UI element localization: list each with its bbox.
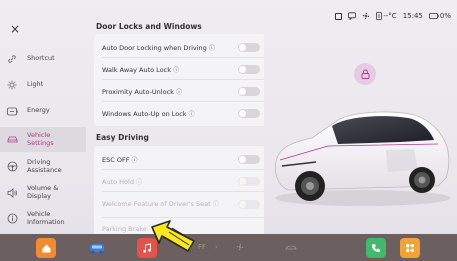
windows-auto-up-toggle[interactable] — [238, 109, 260, 118]
home-button[interactable] — [36, 238, 56, 258]
divider — [102, 79, 264, 80]
info-icon[interactable]: ⓘ — [176, 89, 182, 96]
info-icon[interactable]: ⓘ — [209, 45, 215, 52]
divider — [102, 169, 264, 170]
car-image — [275, 111, 451, 206]
temperature-readout: --°C — [376, 12, 397, 20]
car-button[interactable] — [87, 238, 107, 258]
section-title-door-locks: Door Locks and Windows — [96, 22, 202, 31]
status-bar: --°C 15:45 0% — [335, 12, 451, 20]
apps-icon — [406, 244, 414, 252]
apps-button[interactable] — [400, 238, 420, 258]
close-button[interactable]: × — [8, 22, 22, 36]
setting-row-welcome-feature: Welcome Feature of Driver's Seat ⓘ — [102, 193, 264, 215]
setting-label: ESC OFF — [102, 155, 130, 164]
volume-icon — [5, 186, 19, 200]
chevron-right-icon: › — [215, 243, 218, 251]
setting-label: Parking Brake — [102, 225, 147, 233]
setting-row-esc-off[interactable]: ESC OFF ⓘ — [102, 150, 264, 168]
light-icon — [5, 78, 19, 92]
battery-status: 0% — [428, 12, 451, 20]
fan-button[interactable] — [236, 243, 244, 253]
car-status-icon — [376, 12, 383, 20]
sidebar-item-vehicle-settings[interactable]: Vehicle Settings — [0, 127, 86, 152]
vehicle-settings-screen: --°C 15:45 0% × Shortcut Light Energy Ve… — [0, 0, 457, 261]
auto-hold-toggle — [238, 177, 260, 186]
fan-icon — [363, 12, 370, 20]
temperature-text: --°C — [383, 12, 397, 20]
info-icon[interactable]: ⓘ — [189, 111, 195, 118]
sidebar-item-label: Energy — [27, 106, 50, 115]
info-icon[interactable]: ⓘ — [132, 157, 138, 164]
sidebar-item-light[interactable]: Light — [0, 73, 86, 97]
steering-wheel-icon — [5, 160, 19, 174]
sidebar-item-shortcut[interactable]: Shortcut — [0, 47, 86, 71]
auto-door-locking-toggle[interactable] — [238, 43, 260, 52]
climate-temp-text[interactable]: FF — [198, 243, 206, 251]
car-icon — [90, 244, 104, 254]
setting-label: Proximity Auto-Unlock — [102, 87, 174, 96]
settings-panel: Door Locks and Windows Auto Door Locking… — [86, 0, 264, 234]
notification-icon — [335, 12, 343, 20]
divider — [102, 57, 264, 58]
battery-text: 0% — [439, 12, 451, 20]
lock-icon — [361, 69, 369, 79]
car-settings-icon — [5, 133, 19, 147]
setting-label: Auto Door Locking when Driving — [102, 43, 207, 52]
battery-icon — [428, 13, 439, 19]
esc-off-toggle[interactable] — [238, 155, 260, 164]
seat-icon — [285, 245, 297, 250]
section-title-easy-driving: Easy Driving — [96, 133, 149, 142]
sidebar-item-energy[interactable]: Energy — [0, 99, 86, 123]
setting-row-walk-away-auto-lock[interactable]: Walk Away Auto Lock ⓘ — [102, 60, 264, 78]
door-locks-card: Auto Door Locking when Driving ⓘ Walk Aw… — [94, 34, 264, 126]
sidebar-item-driving-assistance[interactable]: Driving Assistance — [0, 154, 86, 179]
clock: 15:45 — [402, 12, 423, 20]
sidebar-item-volume-display[interactable]: Volume & Display — [0, 180, 86, 205]
sidebar-item-vehicle-information[interactable]: Vehicle Information — [0, 206, 86, 231]
seat-button[interactable] — [285, 243, 297, 253]
sidebar-item-label: Driving Assistance — [27, 158, 62, 174]
setting-row-proximity-auto-unlock[interactable]: Proximity Auto-Unlock ⓘ — [102, 82, 264, 100]
phone-button[interactable] — [366, 238, 386, 258]
sidebar-item-label: Vehicle Settings — [27, 131, 54, 147]
setting-label: Walk Away Auto Lock — [102, 65, 172, 74]
setting-row-auto-door-locking[interactable]: Auto Door Locking when Driving ⓘ — [102, 38, 264, 56]
message-icon — [348, 12, 357, 20]
sidebar: × Shortcut Light Energy Vehicle Settings — [0, 0, 86, 234]
info-icon — [5, 212, 19, 226]
sidebar-item-label: Vehicle Information — [27, 210, 65, 226]
divider — [102, 101, 264, 102]
divider — [102, 217, 264, 218]
link-icon — [5, 52, 19, 66]
setting-label: Auto Hold — [102, 177, 134, 186]
sidebar-item-label: Shortcut — [27, 54, 55, 63]
setting-row-windows-auto-up[interactable]: Windows Auto-Up on Lock ⓘ — [102, 104, 264, 122]
bottom-dock: FF › — [0, 234, 457, 261]
setting-label: Welcome Feature of Driver's Seat — [102, 199, 211, 208]
setting-label: Windows Auto-Up on Lock — [102, 109, 187, 118]
phone-icon — [372, 244, 380, 252]
home-icon — [42, 244, 50, 252]
sidebar-item-label: Light — [27, 80, 44, 89]
walk-away-auto-lock-toggle[interactable] — [238, 65, 260, 74]
info-icon: ⓘ — [136, 178, 143, 186]
info-icon: ⓘ — [212, 200, 219, 208]
battery-icon — [5, 104, 19, 118]
welcome-feature-toggle — [238, 200, 260, 209]
setting-row-auto-hold: Auto Hold ⓘ — [102, 172, 264, 190]
sidebar-item-label: Volume & Display — [27, 184, 59, 200]
info-icon[interactable]: ⓘ — [173, 67, 179, 74]
divider — [102, 191, 264, 192]
fan-icon — [236, 243, 244, 251]
proximity-auto-unlock-toggle[interactable] — [238, 87, 260, 96]
pointer-arrow-icon — [151, 220, 195, 252]
car-lock-button[interactable] — [354, 63, 376, 85]
